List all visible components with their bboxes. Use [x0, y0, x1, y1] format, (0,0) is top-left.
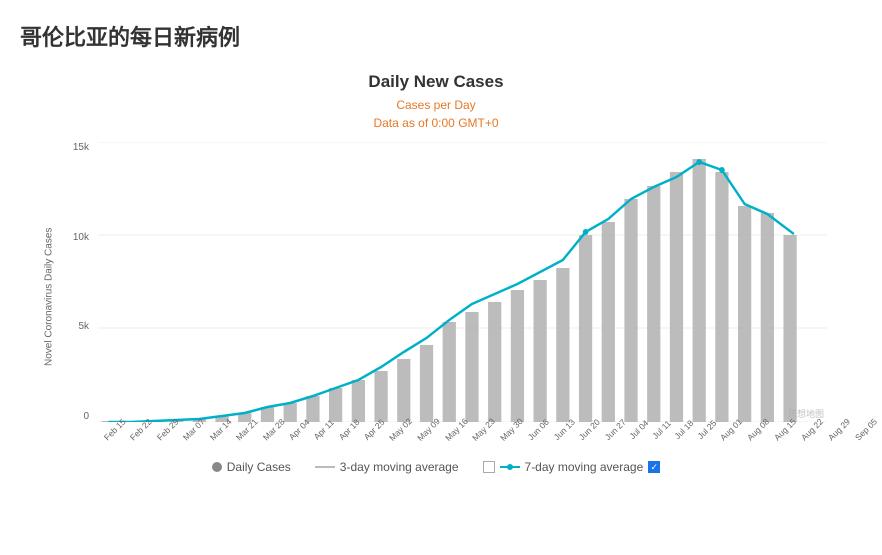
- x-tick-sep05: Sep 05: [853, 416, 879, 442]
- legend-3day-line-icon: [315, 466, 335, 468]
- legend-daily-cases-label: Daily Cases: [227, 460, 291, 474]
- y-axis-label: Novel Coronavirus Daily Cases: [40, 142, 58, 452]
- y-tick-0: 0: [58, 411, 93, 422]
- chart-container: Daily New Cases Cases per Day Data as of…: [20, 62, 852, 484]
- legend-7day-checkbox[interactable]: [483, 461, 495, 473]
- legend-3day-label: 3-day moving average: [340, 460, 459, 474]
- x-tick-jul11: Jul 11: [650, 418, 673, 441]
- y-tick-15k: 15k: [58, 142, 93, 153]
- legend-7day-checkbox-checked[interactable]: ✓: [648, 461, 660, 473]
- x-tick-jul04: Jul 04: [628, 418, 651, 441]
- x-tick-jul18: Jul 18: [672, 418, 695, 441]
- legend-7day-line-icon: [500, 466, 520, 468]
- chart-subtitle: Cases per Day Data as of 0:00 GMT+0: [40, 96, 832, 132]
- chart-legend: Daily Cases 3-day moving average 7-day m…: [40, 460, 832, 474]
- chart-plot: [98, 142, 827, 422]
- page-title: 哥伦比亚的每日新病例: [20, 20, 852, 52]
- chart-svg: [98, 142, 827, 422]
- chart-title: Daily New Cases: [40, 72, 832, 92]
- y-tick-5k: 5k: [58, 321, 93, 332]
- watermark: 思想地图: [788, 407, 824, 420]
- legend-7day-label: 7-day moving average: [525, 460, 644, 474]
- legend-daily-cases: Daily Cases: [212, 460, 291, 474]
- legend-daily-cases-icon: [212, 462, 222, 472]
- x-tick-jul25: Jul 25: [695, 418, 718, 441]
- chart-inner: 0 5k 10k 15k: [58, 142, 832, 452]
- chart-area: Novel Coronavirus Daily Cases 0 5k 10k 1…: [40, 142, 832, 452]
- x-tick-apr11: Apr 11: [312, 417, 336, 441]
- y-tick-10k: 10k: [58, 232, 93, 243]
- legend-7day-avg: 7-day moving average ✓: [483, 460, 661, 474]
- legend-3day-avg: 3-day moving average: [315, 460, 459, 474]
- y-ticks: 0 5k 10k 15k: [58, 142, 93, 422]
- x-tick-aug29: Aug 29: [826, 416, 852, 442]
- x-axis: Feb 15 Feb 22 Feb 29 Mar 07 Mar 14 Mar 2…: [98, 422, 827, 452]
